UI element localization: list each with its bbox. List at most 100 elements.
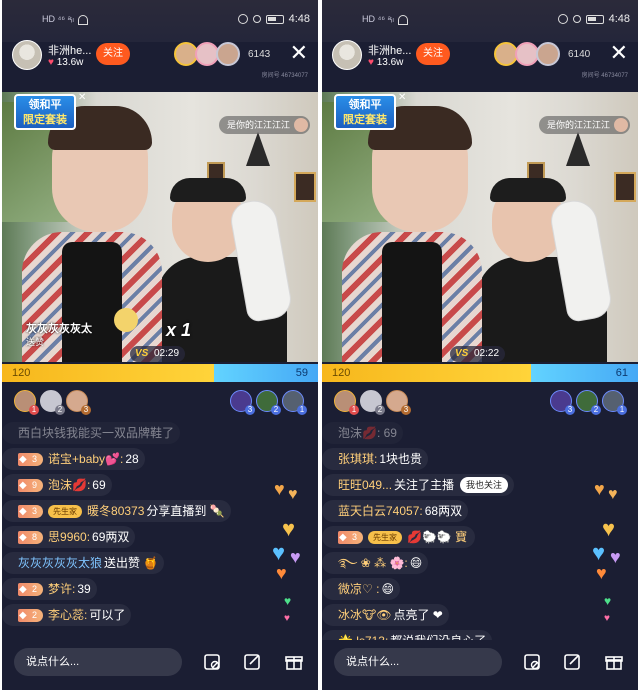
chat-message[interactable]: 灰灰灰灰灰太狼 送出赞 🍯	[2, 552, 165, 574]
chat-username[interactable]: 💋🐑🐑 寶	[407, 529, 467, 545]
top-viewers[interactable]	[494, 42, 560, 66]
pk-right-score: 59	[213, 364, 318, 382]
chat-message[interactable]: 微凉♡ : 😄	[322, 578, 400, 600]
chat-message[interactable]: ࿐ ❀ ⁂ 🌸: 😄	[322, 552, 429, 574]
gift-honey-icon	[114, 308, 138, 332]
chat-message[interactable]: 2 梦许:39	[2, 578, 97, 600]
chat-message[interactable]: 3 先生家暖冬80373分享直播到 🍡	[2, 500, 231, 522]
bottom-bar	[2, 640, 318, 690]
chat-message[interactable]: 🌟 ls713:都说我们没良心了	[322, 630, 493, 640]
chat-list[interactable]: 泡沫💋: 69 张琪琪: 1块也贵 旺旺049... 关注了主播 我也关注 蓝天白云7405…	[322, 418, 588, 640]
vs-icon: VS	[135, 348, 149, 359]
viewer-count[interactable]: 6140	[568, 49, 590, 60]
clock: 4:48	[608, 13, 630, 25]
contributor-avatar[interactable]: 3	[386, 390, 411, 415]
chat-text: 1块也贵	[379, 452, 423, 466]
block-icon[interactable]	[200, 650, 224, 674]
gift-icon[interactable]	[282, 650, 306, 674]
host-avatar[interactable]	[12, 40, 42, 70]
block-icon[interactable]	[520, 650, 544, 674]
close-icon[interactable]: ✕	[610, 42, 628, 64]
chat-username[interactable]: 灰灰灰灰灰太狼	[18, 555, 102, 571]
host-name[interactable]: 非洲he...	[48, 42, 91, 58]
clock: 4:48	[288, 13, 310, 25]
contributor-avatar[interactable]: 2	[360, 390, 385, 415]
chat-username[interactable]: 冰冰🐮👁	[338, 607, 391, 623]
viewer-count[interactable]: 6143	[248, 49, 270, 60]
viewer-avatar[interactable]	[536, 42, 560, 66]
promo-badge[interactable]: 领和平 限定套装	[334, 94, 396, 130]
pk-right-score: 61	[530, 364, 638, 382]
chat-username[interactable]: 微凉♡ :	[338, 581, 379, 597]
status-bar: HD ⁴⁶ ᵃᵢₗ 4:48	[322, 0, 638, 42]
heart-icon: ♥	[48, 57, 54, 68]
live-video[interactable]: 领和平 限定套装 ✕ 是你的江江江江 灰灰灰灰灰太 送赞 x 1 VS 02:29	[2, 92, 318, 362]
user-level-badge: 3	[18, 504, 44, 518]
heart-icon: ♥	[592, 540, 606, 565]
promo-badge[interactable]: 领和平 限定套装	[14, 94, 76, 130]
user-level-badge: 3	[338, 530, 364, 544]
promo-close-icon[interactable]: ✕	[398, 92, 406, 103]
chat-message[interactable]: 泡沫💋: 69	[322, 422, 403, 444]
contributor-avatar[interactable]: 3	[66, 390, 91, 415]
chat-message[interactable]: 3 先生家 💋🐑🐑 寶	[322, 526, 476, 548]
chat-message[interactable]: 冰冰🐮👁 点亮了 ❤	[322, 604, 449, 626]
chat-text: 😄	[409, 556, 423, 570]
top-viewers[interactable]	[174, 42, 240, 66]
chat-username[interactable]: 李心蕊:	[48, 607, 87, 623]
contributor-avatar[interactable]: 2	[256, 390, 281, 415]
contributor-avatar[interactable]: 2	[40, 390, 65, 415]
contributor-avatar[interactable]: 2	[576, 390, 601, 415]
chat-username[interactable]: 泡沫💋:	[48, 477, 90, 493]
chat-message[interactable]: 9 泡沫💋:69	[2, 474, 112, 496]
live-video[interactable]: 领和平 限定套装 ✕ 是你的江江江江 VS 02:22	[322, 92, 638, 362]
chat-username[interactable]: 梦许:	[48, 581, 75, 597]
follow-button[interactable]: 关注	[416, 43, 450, 65]
chat-username[interactable]: ࿐ ❀ ⁂ 🌸:	[338, 555, 408, 571]
pk-contributors: 1 2 3 3 2 1	[2, 390, 318, 415]
share-icon[interactable]	[240, 650, 264, 674]
contributor-avatar[interactable]: 3	[230, 390, 255, 415]
chat-username[interactable]: 思9960:	[48, 529, 90, 545]
contributor-avatar[interactable]: 1	[14, 390, 39, 415]
user-level-badge: 2	[18, 608, 44, 622]
chat-username[interactable]: 🌟 ls713:	[338, 633, 388, 640]
heart-icon: ♥	[290, 547, 301, 567]
follow-too-button[interactable]: 我也关注	[460, 477, 509, 493]
chat-message[interactable]: 2 李心蕊:可以了	[2, 604, 132, 626]
chat-message[interactable]: 3 诺宝+baby💕:28	[2, 448, 145, 470]
guest-tag[interactable]: 是你的江江江江	[218, 116, 310, 134]
close-icon[interactable]: ✕	[290, 42, 308, 64]
chat-username[interactable]: 旺旺049...	[338, 477, 392, 493]
chat-message[interactable]: 西白块钱我能买一双品牌鞋了	[2, 422, 180, 444]
promo-close-icon[interactable]: ✕	[78, 92, 86, 103]
comment-input[interactable]	[14, 648, 182, 676]
host-name[interactable]: 非洲he...	[368, 42, 411, 58]
user-level-badge: 8	[18, 530, 44, 544]
pk-left-score: 120	[2, 364, 214, 382]
chat-message[interactable]: 8 思9960:69两双	[2, 526, 136, 548]
heart-icon: ♥	[284, 594, 292, 608]
contributor-avatar[interactable]: 1	[282, 390, 307, 415]
gift-icon[interactable]	[602, 650, 626, 674]
viewer-avatar[interactable]	[216, 42, 240, 66]
chat-text: 泡沫💋: 69	[338, 426, 397, 440]
contributor-avatar[interactable]: 1	[602, 390, 627, 415]
battery-icon	[265, 14, 284, 24]
chat-username[interactable]: 暖冬80373	[87, 503, 144, 519]
host-avatar[interactable]	[332, 40, 362, 70]
chat-list[interactable]: 西白块钱我能买一双品牌鞋了3诺宝+baby💕:289泡沫💋:693先生家暖冬80…	[2, 418, 268, 640]
chat-message[interactable]: 旺旺049... 关注了主播 我也关注	[322, 474, 515, 496]
share-icon[interactable]	[560, 650, 584, 674]
chat-message[interactable]: 蓝天白云74057: 68两双	[322, 500, 469, 522]
guest-tag[interactable]: 是你的江江江江	[538, 116, 630, 134]
comment-input[interactable]	[334, 648, 502, 676]
contributor-avatar[interactable]: 3	[550, 390, 575, 415]
user-level-badge: 9	[18, 478, 44, 492]
follow-button[interactable]: 关注	[96, 43, 130, 65]
chat-username[interactable]: 蓝天白云74057:	[338, 503, 423, 519]
contributor-avatar[interactable]: 1	[334, 390, 359, 415]
chat-message[interactable]: 张琪琪: 1块也贵	[322, 448, 429, 470]
chat-username[interactable]: 张琪琪:	[338, 451, 377, 467]
chat-username[interactable]: 诺宝+baby💕:	[48, 451, 123, 467]
